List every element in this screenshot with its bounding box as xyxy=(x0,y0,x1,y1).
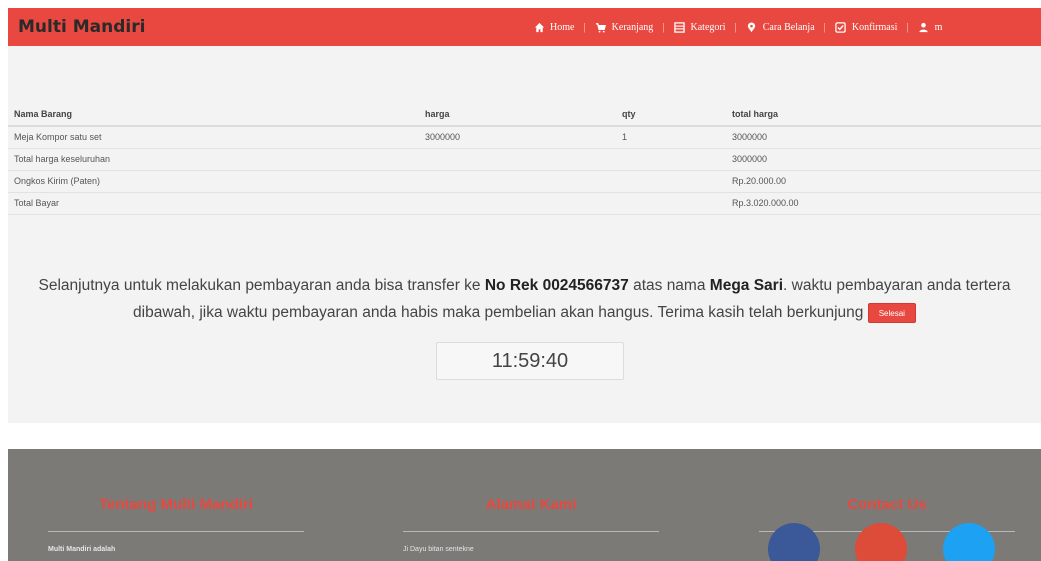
footer-address-title: Alamat Kami xyxy=(485,496,577,513)
nav-separator: | xyxy=(662,21,665,33)
nav-confirm-label: Konfirmasi xyxy=(851,21,898,33)
message-text: atas nama xyxy=(628,277,710,294)
summary-value: Rp.3.020.000.00 xyxy=(726,192,1041,215)
nav-how-to-buy-label: Cara Belanja xyxy=(762,21,815,33)
finish-button[interactable]: Selesai xyxy=(867,302,916,323)
check-icon xyxy=(835,21,847,33)
table-header-row: Nama Barang harga qty total harga xyxy=(8,102,1041,127)
map-marker-icon xyxy=(746,21,758,33)
footer-about-title: Tentang Multi Mandiri xyxy=(99,496,253,513)
nav-separator: | xyxy=(734,21,737,33)
column-header: Nama Barang xyxy=(8,102,419,127)
column-header: harga xyxy=(419,102,616,127)
message-text: dibawah, jika waktu pembayaran anda habi… xyxy=(133,304,868,321)
summary-value: 3000000 xyxy=(726,148,1041,171)
column-header: total harga xyxy=(726,102,1041,127)
brand-logo[interactable]: Multi Mandiri xyxy=(18,17,145,37)
message-text: Selanjutnya untuk melakukan pembayaran a… xyxy=(38,277,485,294)
footer-contact-title: Contact Us xyxy=(847,496,927,513)
countdown-timer: 11:59:40 xyxy=(436,342,624,380)
message-text: . waktu pembayaran anda tertera xyxy=(783,277,1011,294)
cart-table: Nama Barang harga qty total harga Meja K… xyxy=(8,102,1041,215)
divider xyxy=(48,531,304,532)
divider xyxy=(403,531,659,532)
item-qty: 1 xyxy=(616,126,726,149)
summary-value: Rp.20.000.00 xyxy=(726,170,1041,193)
table-row: Total harga keseluruhan 3000000 xyxy=(8,148,1041,171)
table-row: Ongkos Kirim (Paten) Rp.20.000.00 xyxy=(8,170,1041,193)
payment-message: Selanjutnya untuk melakukan pembayaran a… xyxy=(8,272,1041,326)
footer-address-text: Ji Dayu bitan sentekne xyxy=(403,546,474,553)
nav-user-label: m xyxy=(934,21,943,33)
item-name: Meja Kompor satu set xyxy=(8,126,419,149)
footer-address: Alamat Kami Ji Dayu bitan sentekne xyxy=(403,449,659,553)
nav-links: Home | Keranjang | Kategori | Cara Belan… xyxy=(533,8,942,46)
nav-separator: | xyxy=(906,21,909,33)
item-price: 3000000 xyxy=(419,126,616,149)
summary-label: Total Bayar xyxy=(8,192,726,215)
cart-icon xyxy=(595,21,607,33)
summary-label: Ongkos Kirim (Paten) xyxy=(8,170,726,193)
home-icon xyxy=(533,21,545,33)
table-row: Meja Kompor satu set 3000000 1 3000000 xyxy=(8,126,1041,149)
user-icon xyxy=(918,21,930,33)
navbar: Multi Mandiri Home | Keranjang | Kategor… xyxy=(8,8,1041,46)
account-number: No Rek 0024566737 xyxy=(484,277,629,294)
nav-how-to-buy[interactable]: Cara Belanja xyxy=(746,21,815,33)
column-header: qty xyxy=(616,102,726,127)
nav-separator: | xyxy=(823,21,826,33)
item-total: 3000000 xyxy=(726,126,1041,149)
nav-home[interactable]: Home xyxy=(533,21,574,33)
summary-label: Total harga keseluruhan xyxy=(8,148,726,171)
nav-cart-label: Keranjang xyxy=(611,21,654,33)
table-row: Total Bayar Rp.3.020.000.00 xyxy=(8,192,1041,215)
footer-about-text: Multi Mandiri adalah xyxy=(48,546,116,553)
nav-confirm[interactable]: Konfirmasi xyxy=(835,21,898,33)
footer-contact: Contact Us xyxy=(759,449,1015,532)
nav-cart[interactable]: Keranjang xyxy=(595,21,654,33)
list-icon xyxy=(674,21,686,33)
nav-category[interactable]: Kategori xyxy=(674,21,726,33)
nav-user[interactable]: m xyxy=(918,21,943,33)
account-name: Mega Sari xyxy=(709,277,784,294)
nav-separator: | xyxy=(583,21,586,33)
footer-about: Tentang Multi Mandiri Multi Mandiri adal… xyxy=(48,449,304,553)
nav-category-label: Kategori xyxy=(690,21,726,33)
nav-home-label: Home xyxy=(550,21,575,33)
